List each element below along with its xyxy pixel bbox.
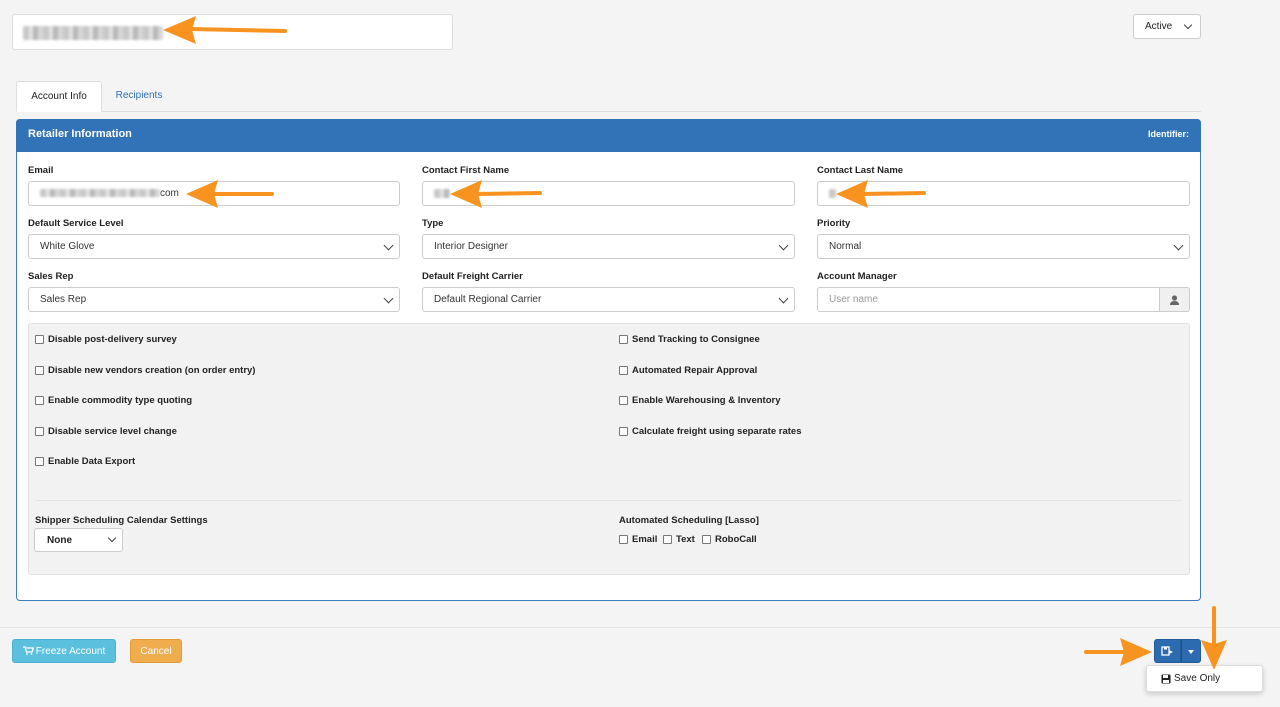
save-flag-icon bbox=[1161, 646, 1173, 656]
email-label: Email bbox=[28, 165, 54, 176]
checkbox-box[interactable] bbox=[619, 335, 628, 344]
checkbox-enable-warehousing-inventory[interactable]: Enable Warehousing & Inventory bbox=[619, 395, 781, 406]
chevron-down-icon bbox=[383, 293, 394, 304]
checkbox-box[interactable] bbox=[619, 366, 628, 375]
retailer-name-box[interactable] bbox=[12, 14, 453, 50]
settings-well bbox=[28, 323, 1190, 575]
checkbox-calculate-freight-separate-rates[interactable]: Calculate freight using separate rates bbox=[619, 426, 801, 437]
default-freight-carrier-select[interactable]: Default Regional Carrier bbox=[422, 287, 795, 312]
default-service-level-label: Default Service Level bbox=[28, 218, 124, 229]
blurred-last-name bbox=[829, 188, 837, 198]
account-manager-label: Account Manager bbox=[817, 271, 897, 282]
checkbox-scheduling-robocall[interactable]: RoboCall bbox=[702, 534, 757, 545]
panel-header bbox=[16, 119, 1201, 152]
contact-last-name-label: Contact Last Name bbox=[817, 165, 904, 176]
caret-down-icon bbox=[1188, 650, 1194, 654]
checkbox-box[interactable] bbox=[35, 457, 44, 466]
floppy-disk-icon bbox=[1161, 674, 1171, 683]
contact-last-name-field[interactable] bbox=[817, 181, 1190, 206]
cancel-button[interactable]: Cancel bbox=[130, 639, 182, 663]
chevron-down-icon bbox=[107, 533, 117, 543]
tabs-divider bbox=[16, 111, 1201, 112]
identifier-label: Identifier: bbox=[1147, 129, 1189, 139]
priority-select[interactable]: Normal bbox=[817, 234, 1190, 259]
footer-divider bbox=[0, 627, 1280, 628]
chevron-down-icon bbox=[1183, 20, 1193, 30]
checkbox-send-tracking-to-consignee[interactable]: Send Tracking to Consignee bbox=[619, 334, 760, 345]
checkbox-enable-data-export[interactable]: Enable Data Export bbox=[35, 456, 135, 467]
well-divider bbox=[36, 500, 1182, 501]
blurred-name bbox=[23, 26, 163, 40]
menu-item-save-only[interactable]: Save Only bbox=[1161, 673, 1262, 684]
checkbox-disable-post-delivery-survey[interactable]: Disable post-delivery survey bbox=[35, 334, 177, 345]
checkbox-box[interactable] bbox=[702, 535, 711, 544]
save-options-dropdown-toggle[interactable] bbox=[1181, 639, 1201, 663]
contact-first-name-label: Contact First Name bbox=[422, 165, 510, 176]
sales-rep-select[interactable]: Sales Rep bbox=[28, 287, 400, 312]
shipper-scheduling-calendar-label: Shipper Scheduling Calendar Settings bbox=[35, 515, 208, 526]
checkbox-scheduling-email[interactable]: Email bbox=[619, 534, 657, 545]
user-icon bbox=[1170, 295, 1179, 305]
tab-recipients[interactable]: Recipients bbox=[106, 81, 172, 112]
checkbox-box[interactable] bbox=[35, 335, 44, 344]
chevron-down-icon bbox=[1173, 240, 1184, 251]
save-options-menu: Save Only bbox=[1146, 665, 1263, 692]
cart-icon bbox=[22, 646, 35, 655]
checkbox-enable-commodity-type-quoting[interactable]: Enable commodity type quoting bbox=[35, 395, 192, 406]
tab-account-info[interactable]: Account Info bbox=[16, 81, 102, 112]
checkbox-disable-service-level-change[interactable]: Disable service level change bbox=[35, 426, 177, 437]
priority-label: Priority bbox=[817, 218, 851, 229]
checkbox-box[interactable] bbox=[619, 535, 628, 544]
checkbox-box[interactable] bbox=[663, 535, 672, 544]
chevron-down-icon bbox=[383, 240, 394, 251]
contact-first-name-field[interactable] bbox=[422, 181, 795, 206]
user-lookup-button[interactable] bbox=[1160, 287, 1190, 312]
checkbox-box[interactable] bbox=[35, 396, 44, 405]
blurred-first-name bbox=[434, 188, 450, 198]
freeze-account-button[interactable]: Freeze Account bbox=[12, 639, 116, 663]
checkbox-box[interactable] bbox=[35, 366, 44, 375]
panel-title: Retailer Information bbox=[28, 128, 132, 140]
account-manager-input[interactable]: User name bbox=[817, 287, 1160, 312]
type-label: Type bbox=[422, 218, 444, 229]
default-service-level-select[interactable]: White Glove bbox=[28, 234, 400, 259]
checkbox-scheduling-text[interactable]: Text bbox=[663, 534, 695, 545]
checkbox-disable-new-vendors-creation[interactable]: Disable new vendors creation (on order e… bbox=[35, 365, 255, 376]
status-select-value: Active bbox=[1145, 21, 1173, 32]
automated-scheduling-label: Automated Scheduling [Lasso] bbox=[619, 515, 759, 526]
shipper-scheduling-calendar-select[interactable]: None bbox=[34, 528, 123, 552]
blurred-email bbox=[40, 189, 160, 198]
save-and-flag-button[interactable] bbox=[1154, 639, 1181, 663]
default-freight-carrier-label: Default Freight Carrier bbox=[422, 271, 523, 282]
checkbox-automated-repair-approval[interactable]: Automated Repair Approval bbox=[619, 365, 757, 376]
status-select[interactable]: Active bbox=[1133, 14, 1201, 39]
email-field[interactable]: com bbox=[28, 181, 400, 206]
chevron-down-icon bbox=[778, 293, 789, 304]
checkbox-box[interactable] bbox=[619, 396, 628, 405]
chevron-down-icon bbox=[778, 240, 789, 251]
type-select[interactable]: Interior Designer bbox=[422, 234, 795, 259]
arrow-icon bbox=[1084, 638, 1152, 666]
arrow-icon bbox=[1201, 606, 1227, 670]
sales-rep-label: Sales Rep bbox=[28, 271, 74, 282]
checkbox-box[interactable] bbox=[35, 427, 44, 436]
checkbox-box[interactable] bbox=[619, 427, 628, 436]
